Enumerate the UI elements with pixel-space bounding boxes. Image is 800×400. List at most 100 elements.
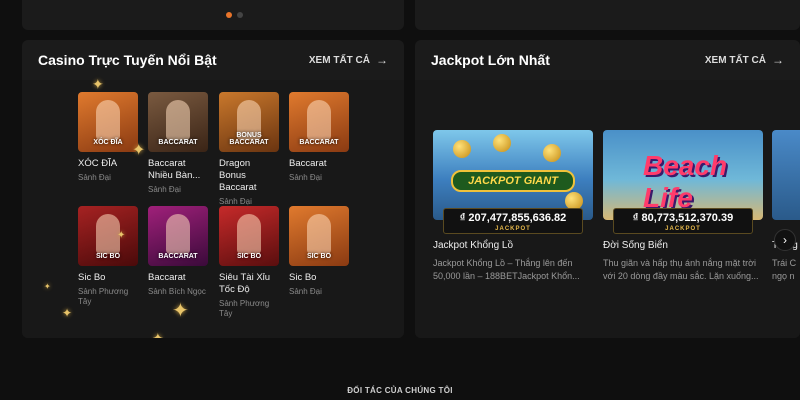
game-thumbnail-label: BONUS BACCARAT [229,132,269,146]
game-lobby-line: Sảnh Đại [78,173,111,182]
game-name: Baccarat [289,158,349,170]
casino-game-card[interactable]: SIC BO Siêu Tài Xỉu Tốc Độ Sảnh Phương Tây [219,206,279,319]
game-lobby-line: Sảnh Đại [289,287,322,296]
arrow-right-icon: → [772,53,784,67]
casino-game-card[interactable]: BONUS BACCARAT Dragon Bonus Baccarat Sảnh Đ… [219,92,279,207]
game-name-line: Dragon Bonus [219,158,251,181]
coin-icon [543,144,561,162]
jackpot-card-partial[interactable]: Trang Trái C ngọ n [772,130,800,283]
game-lobby-line: Tây [78,297,92,306]
casino-game-card[interactable]: BACCARAT Baccarat Sảnh Đại [289,92,349,183]
dealer-image [166,214,190,254]
sparkle-icon: ✦ [172,300,189,322]
casino-panel: Casino Trực Tuyến Nổi Bật XEM TẤT CẢ → X… [22,40,404,338]
game-lobby: Sảnh Phương Tây [219,299,279,319]
game-lobby-line: Sảnh Phương [78,287,129,296]
sparkle-icon: ✦ [132,142,146,159]
jackpot-panel: Jackpot Lớn Nhất XEM TẤT CẢ → JACKPOT GI… [415,40,800,338]
game-lobby: Sảnh Phương Tây [78,287,138,307]
game-thumbnail-label: BACCARAT [158,253,198,260]
jackpot-see-all-link[interactable]: XEM TẤT CẢ → [705,53,784,67]
jackpot-amount: ₫ 80,773,512,370.39 [632,212,734,224]
game-name-line: Sic Bo [78,272,106,283]
jackpot-name: Đời Sống Biển [603,240,668,251]
game-name-line: Baccarat [219,182,257,193]
game-thumbnail[interactable]: BACCARAT [148,92,208,152]
dealer-image [96,100,120,140]
game-name-line: Baccarat [148,158,186,169]
game-thumbnail[interactable]: SIC BO [289,206,349,266]
jackpot-header: Jackpot Lớn Nhất XEM TẤT CẢ → [415,40,800,80]
casino-game-card[interactable]: SIC BO Sic Bo Sảnh Phương Tây [78,206,138,307]
game-name: Sic Bo [78,272,138,284]
jackpot-description-line: Trái C [772,258,797,268]
jackpot-description: Trái C ngọ n [772,257,800,283]
carousel-dots [226,12,243,18]
carousel-dot-2[interactable] [237,12,243,18]
game-thumbnail-label: BACCARAT [158,139,198,146]
jackpot-amount-box: ₫ 80,773,512,370.39 JACKPOT [613,208,753,234]
game-thumbnail[interactable]: XÓC ĐĨA [78,92,138,152]
jackpot-thumbnail[interactable] [772,130,800,220]
game-lobby-line: Sảnh Đại [148,185,181,194]
dealer-image [307,100,331,140]
jackpot-game-logo: JACKPOT GIANT [451,170,575,192]
casino-see-all-label: XEM TẤT CẢ [308,54,370,66]
game-name: Siêu Tài Xỉu Tốc Độ [219,272,279,296]
casino-game-card[interactable]: BACCARAT Baccarat Sảnh Bích Ngọc [148,206,208,297]
sparkle-icon: ✦ [152,330,164,338]
game-thumbnail-label: SIC BO [95,253,121,260]
game-lobby: Sảnh Đại [148,185,208,195]
game-lobby-line: Sảnh Bích Ngọc [148,287,206,296]
casino-game-card[interactable]: XÓC ĐĨA XÓC ĐĨA Sảnh Đại [78,92,138,183]
arrow-right-icon: → [376,53,388,67]
partners-heading: ĐỐI TÁC CỦA CHÚNG TÔI [347,386,453,395]
game-name: Dragon Bonus Baccarat [219,158,279,194]
game-name-line: XÓC ĐĨA [78,158,118,169]
jackpot-amount-label: JACKPOT [665,226,701,232]
jackpot-card[interactable]: JACKPOT GIANT ₫ 207,477,855,636.82 JACKP… [433,130,593,283]
carousel-next-button[interactable]: › [774,229,796,251]
casino-game-card[interactable]: BACCARAT Baccarat Nhiều Bàn... Sảnh Đại [148,92,208,195]
jackpot-carousel: JACKPOT GIANT ₫ 207,477,855,636.82 JACKP… [415,80,800,338]
sparkle-icon: ✦ [62,306,73,320]
game-lobby-line: Tây [219,309,233,318]
casino-game-card[interactable]: SIC BO Sic Bo Sảnh Đại [289,206,349,297]
top-banner-left [22,0,404,30]
casino-grid: XÓC ĐĨA XÓC ĐĨA Sảnh Đại BACCARAT Baccarat Nh… [22,76,404,338]
game-thumbnail-label: BACCARAT [299,139,339,146]
game-name-line: Siêu Tài Xỉu [219,272,271,283]
dealer-image [237,214,261,254]
carousel-dot-1[interactable] [226,12,232,18]
jackpot-amount-label: JACKPOT [495,226,531,232]
game-name-line: Baccarat [148,272,186,283]
game-thumbnail[interactable]: BONUS BACCARAT [219,92,279,152]
jackpot-see-all-label: XEM TẤT CẢ [704,54,766,66]
casino-header: Casino Trực Tuyến Nổi Bật XEM TẤT CẢ → [22,40,404,80]
game-thumbnail-label: SIC BO [236,253,262,260]
game-name: XÓC ĐĨA [78,158,138,170]
jackpot-title: Jackpot Lớn Nhất [431,52,550,68]
game-thumbnail-label: SIC BO [306,253,332,260]
jackpot-name: Jackpot Khổng Lồ [433,240,514,251]
game-thumbnail[interactable]: SIC BO [219,206,279,266]
game-thumbnail[interactable]: BACCARAT [148,206,208,266]
sparkle-icon: ✦ [44,282,51,291]
casino-see-all-link[interactable]: XEM TẤT CẢ → [309,53,388,67]
game-name-line: Baccarat [289,158,327,169]
jackpot-card[interactable]: Beach Life ₫ 80,773,512,370.39 JACKPOT Đ… [603,130,763,283]
game-lobby: Sảnh Đại [289,173,349,183]
jackpot-thumbnail[interactable]: Beach Life [603,130,763,220]
game-lobby-line: Sảnh Đại [289,173,322,182]
coin-icon [493,134,511,152]
game-name: Baccarat [148,272,208,284]
game-thumbnail[interactable]: BACCARAT [289,92,349,152]
game-thumbnail[interactable]: SIC BO [78,206,138,266]
game-lobby: Sảnh Đại [289,287,349,297]
game-name-line: Tốc Độ [219,284,250,295]
sparkle-icon: ✦ [117,230,126,241]
sparkle-icon: ✦ [92,76,104,92]
coin-icon [453,140,471,158]
jackpot-game-logo: Beach Life [643,150,728,213]
jackpot-thumbnail[interactable]: JACKPOT GIANT [433,130,593,220]
